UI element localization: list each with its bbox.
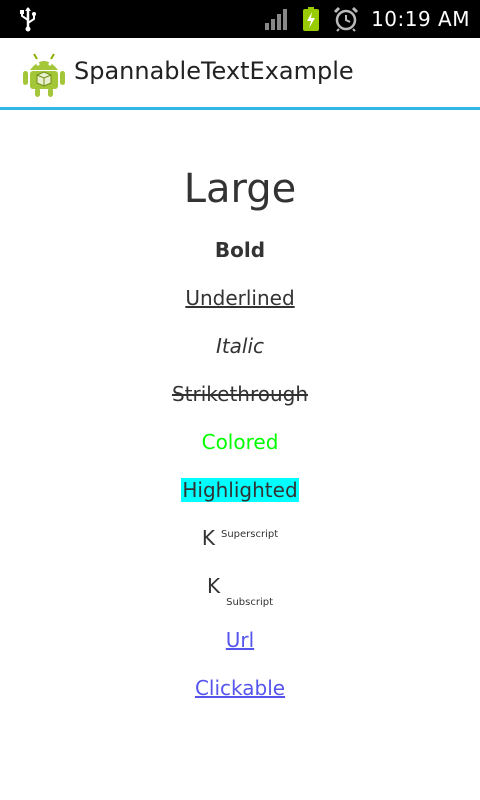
alarm-icon: [334, 6, 359, 32]
subscript-base: K: [206, 574, 221, 598]
large-text: Large: [183, 166, 297, 212]
status-bar: 10:19 AM: [0, 0, 480, 38]
action-bar-divider: [0, 107, 480, 110]
underlined-text: Underlined: [185, 286, 295, 310]
strikethrough-text: Strikethrough: [171, 382, 309, 406]
url-link[interactable]: Url: [0, 628, 480, 652]
subscript-line: K Subscript: [0, 574, 480, 608]
action-bar: SpannableTextExample: [0, 38, 480, 107]
bold-text: Bold: [214, 238, 266, 262]
italic-text: Italic: [215, 334, 265, 358]
app-title: SpannableTextExample: [74, 57, 354, 85]
superscript-text: Superscript: [220, 529, 279, 540]
highlighted-text: Highlighted: [181, 478, 299, 502]
highlighted-line: Highlighted: [0, 478, 480, 502]
colored-text: Colored: [201, 430, 279, 454]
clickable-link[interactable]: Clickable: [0, 676, 480, 700]
usb-icon: [20, 7, 36, 32]
battery-charging-icon: [303, 7, 320, 31]
subscript-text: Subscript: [226, 597, 274, 608]
status-time: 10:19 AM: [371, 7, 470, 31]
superscript-base: K: [201, 526, 215, 550]
android-app-icon[interactable]: [22, 50, 66, 98]
superscript-line: K Superscript: [0, 526, 480, 550]
signal-icon: [265, 9, 288, 30]
